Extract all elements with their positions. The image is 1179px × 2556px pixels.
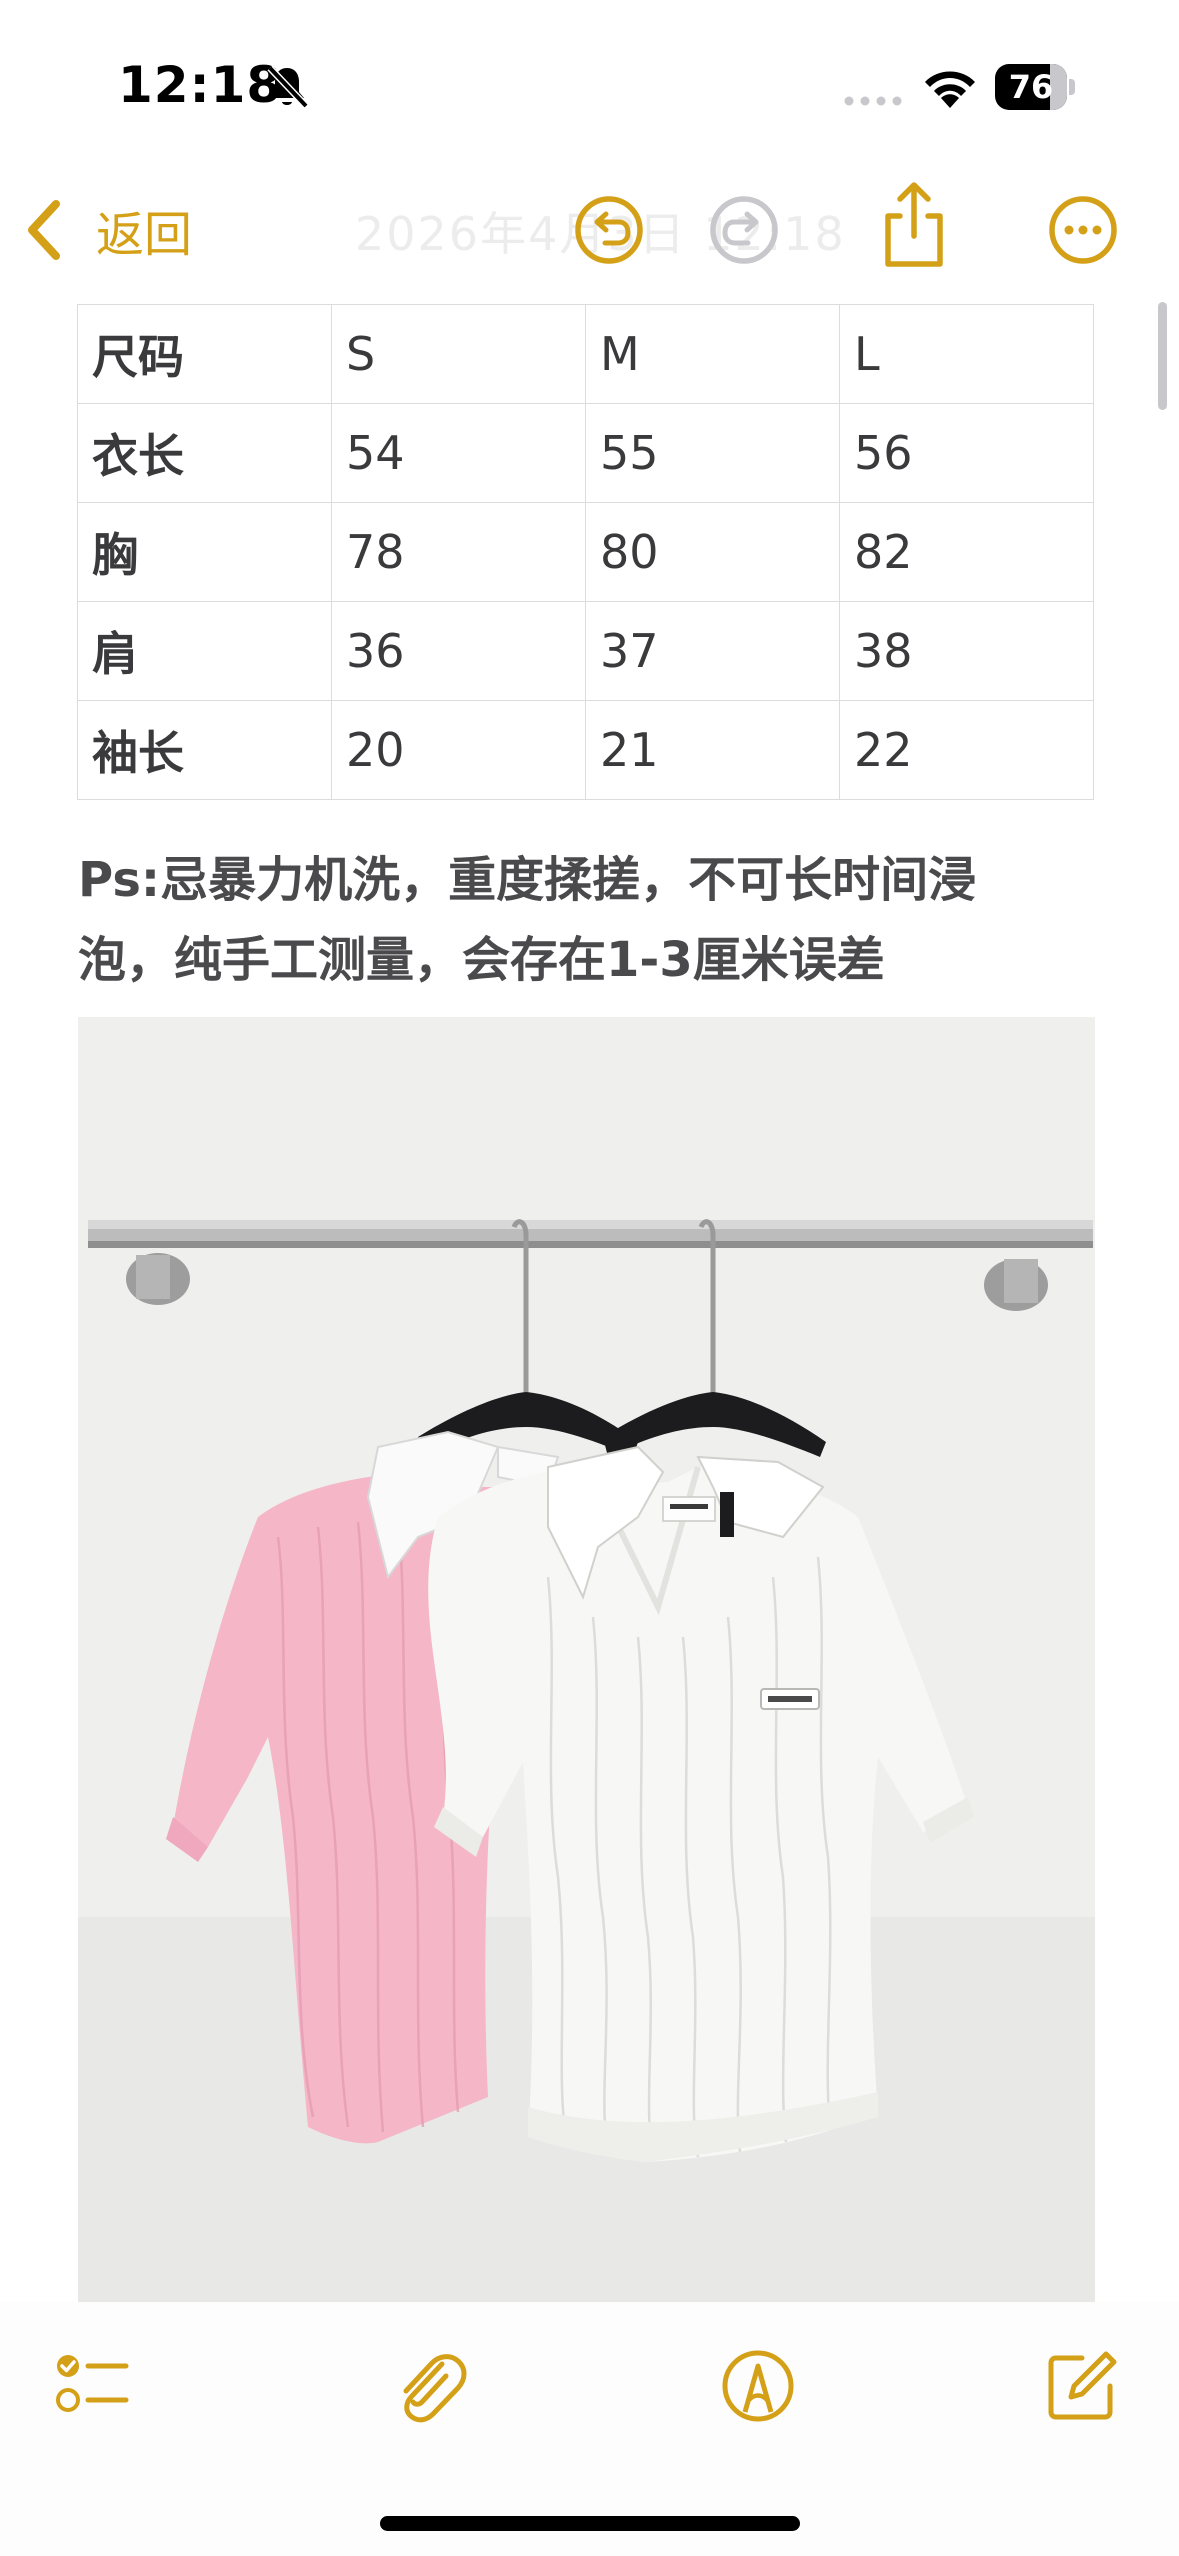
status-time: 12:18 <box>118 56 283 114</box>
scroll-indicator[interactable] <box>1158 302 1167 410</box>
table-cell[interactable]: 37 <box>585 601 840 701</box>
table-cell[interactable]: 80 <box>585 502 840 602</box>
home-indicator[interactable] <box>380 2516 800 2531</box>
battery-icon: 76 <box>995 64 1075 110</box>
table-cell[interactable]: 54 <box>331 403 586 503</box>
table-cell[interactable]: 55 <box>585 403 840 503</box>
note-line: Ps:忌暴力机洗，重度揉搓，不可长时间浸 <box>78 852 977 908</box>
product-photo[interactable] <box>78 1017 1095 2302</box>
table-cell[interactable]: 22 <box>839 700 1094 800</box>
table-row: 衣长 54 55 56 <box>77 403 1094 503</box>
compose-icon[interactable] <box>1042 2346 1122 2426</box>
paperclip-icon[interactable] <box>390 2346 470 2426</box>
table-cell[interactable]: 衣长 <box>77 403 332 503</box>
table-row: 尺码 S M L <box>77 304 1094 404</box>
table-cell[interactable]: 78 <box>331 502 586 602</box>
navigation-bar: 2026年4月3日 12:18 返回 <box>0 170 1179 290</box>
table-row: 袖长 20 21 22 <box>77 700 1094 800</box>
table-cell[interactable]: S <box>331 304 586 404</box>
chevron-left-icon <box>28 200 60 260</box>
table-cell[interactable]: 36 <box>331 601 586 701</box>
wifi-icon <box>925 71 975 108</box>
note-line: 泡，纯手工测量，会存在1-3厘米误差 <box>78 932 885 988</box>
bottom-toolbar <box>0 2302 1179 2556</box>
size-table: 尺码 S M L 衣长 54 55 56 胸 78 80 82 肩 36 37 <box>77 304 1094 800</box>
status-bar: 12:18 76 <box>0 0 1179 170</box>
table-cell[interactable]: 袖长 <box>77 700 332 800</box>
table-row: 肩 36 37 38 <box>77 601 1094 701</box>
table-cell[interactable]: L <box>839 304 1094 404</box>
table-cell[interactable]: 38 <box>839 601 1094 701</box>
back-button[interactable]: 返回 <box>22 195 192 265</box>
table-cell[interactable]: 82 <box>839 502 1094 602</box>
undo-icon[interactable] <box>571 192 647 268</box>
table-cell[interactable]: 21 <box>585 700 840 800</box>
table-cell[interactable]: 胸 <box>77 502 332 602</box>
battery-level: 76 <box>1008 68 1054 106</box>
bell-slash-icon <box>267 65 309 109</box>
more-icon[interactable] <box>1045 192 1121 268</box>
cellular-icon <box>844 96 902 106</box>
table-cell[interactable]: 56 <box>839 403 1094 503</box>
note-body-text[interactable]: Ps:忌暴力机洗，重度揉搓，不可长时间浸 泡，纯手工测量，会存在1-3厘米误差 <box>78 840 1098 1000</box>
table-row: 胸 78 80 82 <box>77 502 1094 602</box>
table-cell[interactable]: 20 <box>331 700 586 800</box>
markup-icon[interactable] <box>718 2346 798 2426</box>
share-icon[interactable] <box>876 180 952 270</box>
photo-illustration <box>78 1017 1095 2302</box>
notes-screen: 12:18 76 2026年4月3日 12:18 返回 尺码 S M L 衣长 … <box>0 0 1179 2556</box>
table-cell[interactable]: 尺码 <box>77 304 332 404</box>
checklist-icon[interactable] <box>52 2346 132 2426</box>
table-cell[interactable]: M <box>585 304 840 404</box>
redo-icon[interactable] <box>706 192 782 268</box>
table-cell[interactable]: 肩 <box>77 601 332 701</box>
back-label: 返回 <box>96 207 193 263</box>
